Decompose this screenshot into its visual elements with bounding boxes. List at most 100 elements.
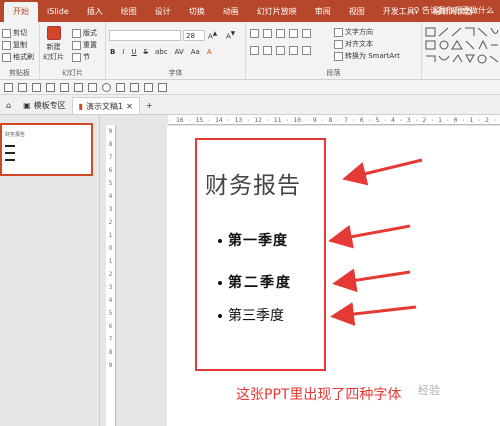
align-buttons [250, 46, 311, 55]
oval-icon[interactable] [102, 82, 111, 92]
shrink-font-button[interactable]: A▼ [226, 31, 235, 40]
section-button[interactable]: 节 [72, 52, 90, 62]
align-icon[interactable] [144, 82, 153, 92]
cut-button[interactable]: 剪切 [2, 28, 27, 38]
shadow-button[interactable]: abc [155, 48, 168, 56]
brush-icon [2, 52, 11, 62]
align-text-button[interactable]: 对齐文本 [334, 39, 373, 49]
new-slide-button[interactable]: 新建 幻灯片 [43, 26, 64, 62]
ruler-tick-label: 1 [108, 258, 113, 265]
shape-icon[interactable] [116, 82, 125, 92]
bullet-item[interactable]: 第三季度 [218, 305, 284, 325]
thumbnail-bullet-2 [5, 152, 15, 154]
format-painter-button[interactable]: 格式刷 [2, 52, 34, 62]
shapes-gallery[interactable] [424, 26, 500, 66]
decrease-indent-icon[interactable] [276, 29, 285, 38]
italic-button[interactable]: I [122, 48, 124, 56]
reset-button[interactable]: 重置 [72, 40, 97, 50]
change-case-button[interactable]: Aa [191, 48, 200, 56]
thumbnail-title: 财务报告 [5, 132, 26, 138]
reset-icon [72, 40, 81, 50]
ribbon: 剪切 复制 格式刷 剪贴板 新建 幻灯片 版式 重置 节 幻灯片 28 A▲ A… [0, 22, 500, 80]
arrange-icon[interactable] [130, 82, 139, 92]
underline-button[interactable]: U [131, 48, 136, 56]
text-direction-button[interactable]: 文字方向 [334, 27, 373, 37]
justify-icon[interactable] [289, 46, 298, 55]
format-icon[interactable] [60, 82, 69, 92]
rectangle-icon[interactable] [88, 82, 97, 92]
horizontal-ruler: · 16 · 15 · 14 · 13 · 12 · 11 · 10 · 9 ·… [168, 115, 500, 125]
font-name-box[interactable] [109, 30, 181, 41]
home-icon: ⌂ [6, 101, 12, 110]
customize-icon[interactable] [158, 82, 167, 92]
undo-icon[interactable] [18, 82, 27, 92]
tab-insert[interactable]: 插入 [78, 2, 112, 22]
redo-icon[interactable] [32, 82, 41, 92]
tab-review[interactable]: 审阅 [306, 2, 340, 22]
smartart-icon [334, 51, 343, 61]
slide-thumbnail-panel: 财务报告 [0, 115, 100, 426]
tell-me-search[interactable]: ♀ 告诉我你想要做什么 [414, 5, 494, 16]
doc-tab-templates[interactable]: ▣ 模板专区 [17, 97, 72, 114]
ruler-tick-label: 3 [108, 206, 113, 213]
ruler-tick-label: 7 [108, 154, 113, 161]
ruler-tick-label: 9 [108, 362, 113, 369]
start-slideshow-icon[interactable] [46, 82, 55, 92]
section-icon [72, 52, 81, 62]
font-size-box[interactable]: 28 [183, 30, 205, 41]
grow-font-icon: A▲ [208, 31, 218, 41]
numbering-icon[interactable] [263, 29, 272, 38]
char-spacing-button[interactable]: AV [175, 48, 184, 56]
increase-indent-icon[interactable] [289, 29, 298, 38]
align-center-icon[interactable] [263, 46, 272, 55]
tab-draw[interactable]: 绘图 [112, 2, 146, 22]
shrink-font-icon: A▼ [226, 31, 236, 41]
thumbnail-bullet-3 [5, 159, 15, 161]
ruler-tick-label: 2 [108, 271, 113, 278]
text-direction-icon [334, 27, 343, 37]
ribbon-tab-bar: 开始 iSlide 插入 绘图 设计 切换 动画 幻灯片放映 审阅 视图 开发工… [0, 0, 500, 22]
textbox-icon[interactable] [74, 82, 83, 92]
powerpoint-icon: ▮ [78, 101, 84, 111]
font-color-button[interactable]: A [207, 48, 212, 56]
bullet-item[interactable]: 第一季度 [218, 230, 288, 250]
shapes-group [422, 22, 500, 79]
save-icon[interactable] [4, 82, 13, 92]
tab-transitions[interactable]: 切换 [180, 2, 214, 22]
bullet-item[interactable]: 第二季度 [218, 272, 292, 292]
align-text-icon [334, 39, 343, 49]
scissors-icon [2, 28, 11, 38]
bullet-dot [218, 239, 222, 243]
ruler-tick-label: 5 [108, 310, 113, 317]
slide-thumbnail-1[interactable]: 财务报告 [0, 123, 93, 176]
copy-button[interactable]: 复制 [2, 40, 27, 50]
tab-home[interactable]: 开始 [4, 2, 38, 22]
tab-design[interactable]: 设计 [146, 2, 180, 22]
font-label: 字体 [168, 69, 183, 77]
slide-title[interactable]: 财务报告 [205, 166, 325, 200]
smartart-button[interactable]: 转换为 SmartArt [334, 51, 400, 61]
tab-view[interactable]: 视图 [340, 2, 374, 22]
strikethrough-button[interactable]: S [144, 48, 148, 56]
new-slide-icon [46, 26, 61, 40]
columns-icon[interactable] [302, 46, 311, 55]
align-right-icon[interactable] [276, 46, 285, 55]
clipboard-label: 剪贴板 [9, 69, 30, 77]
new-tab-button[interactable]: + [140, 97, 159, 114]
tab-animations[interactable]: 动画 [214, 2, 248, 22]
tab-slideshow[interactable]: 幻灯片放映 [248, 2, 306, 22]
paragraph-label: 段落 [326, 69, 341, 77]
home-tab[interactable]: ⌂ [0, 97, 17, 114]
ruler-tick-label: 9 [108, 128, 113, 135]
layout-button[interactable]: 版式 [72, 28, 97, 38]
doc-tab-presentation[interactable]: ▮ 演示文稿1 ✕ [71, 97, 140, 115]
align-left-icon[interactable] [250, 46, 259, 55]
grow-font-button[interactable]: A▲ [208, 31, 217, 40]
bullets-icon[interactable] [250, 29, 259, 38]
ruler-tick-label: 0 [108, 245, 113, 252]
line-spacing-icon[interactable] [302, 29, 311, 38]
bold-button[interactable]: B [110, 48, 115, 56]
close-icon[interactable]: ✕ [126, 98, 133, 115]
ruler-tick-label: 4 [108, 193, 113, 200]
tab-islide[interactable]: iSlide [38, 2, 78, 22]
